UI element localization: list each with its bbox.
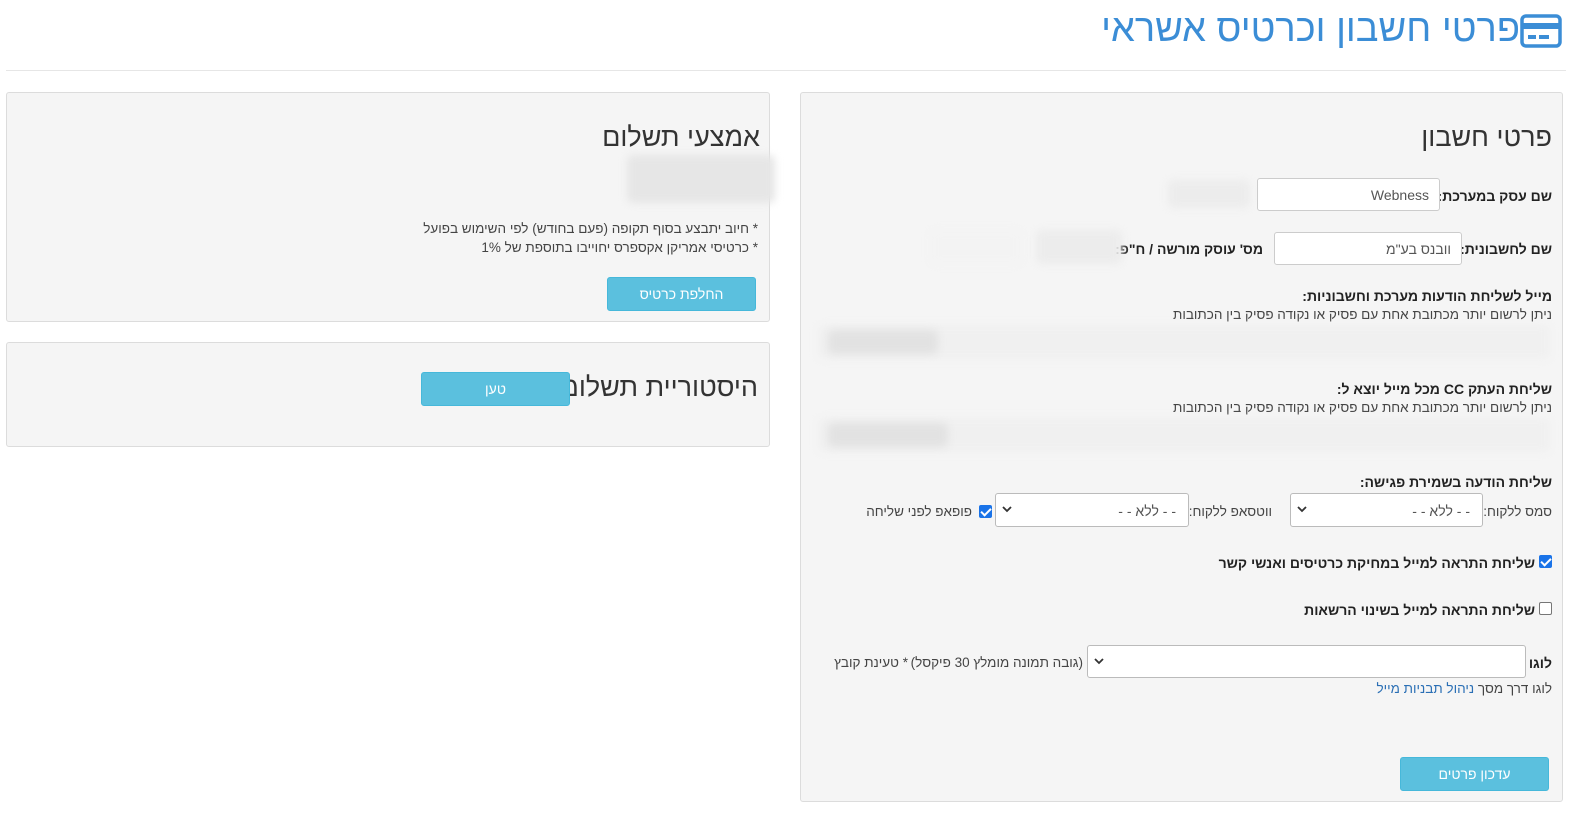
permissions-alert-label: שליחת התראה למייל בשינוי הרשאות (1304, 602, 1535, 618)
business-name-input[interactable] (1257, 178, 1440, 211)
account-details-title: פרטי חשבון (1421, 122, 1552, 152)
header-divider (6, 70, 1566, 71)
system-mail-hint: ניתן לרשום יותר מכתובת אחת עם פסיק או נק… (1173, 307, 1552, 322)
sms-label: סמס ללקוח: (1483, 504, 1552, 519)
popup-checkbox[interactable] (979, 505, 992, 518)
logo-mail-prefix: לוגו דרך מסך (1477, 681, 1552, 696)
cc-mail-hint: ניתן לרשום יותר מכתובת אחת עם פסיק או נק… (1173, 400, 1552, 415)
payment-methods-title: אמצעי תשלום (602, 122, 760, 152)
payment-note-billing: * חיוב יתבצע בסוף תקופה (פעם בחודש) לפי … (423, 221, 758, 236)
meeting-notice-label: שליחת הודעה בשמירת פגישה: (1359, 474, 1552, 490)
blurred-content (828, 423, 948, 447)
blurred-content (930, 230, 1022, 264)
tax-id-label: מס' עוסק מורשה / ח"פ: (1115, 241, 1263, 257)
blurred-content (1168, 180, 1250, 208)
logo-label: לוגו (1528, 655, 1552, 671)
blurred-content (828, 330, 938, 354)
sms-select[interactable]: - - ללא - - (1290, 493, 1483, 527)
whatsapp-label: ווטסאפ ללקוח: (1188, 504, 1272, 519)
chevron-down-icon (1002, 506, 1012, 513)
payment-note-amex: * כרטיסי אמריקן אקספרס יחוייבו בתוספת של… (481, 240, 758, 255)
logo-upload-link[interactable]: * טעינת קובץ (834, 655, 908, 670)
invoice-name-label: שם לחשבונית: (1460, 241, 1552, 257)
whatsapp-select-value: - - ללא - - (1118, 503, 1176, 519)
permissions-alert-checkbox[interactable] (1539, 602, 1552, 615)
load-history-button[interactable]: טען (421, 372, 570, 406)
logo-mail-text: לוגו דרך מסך ניהול תבניות מייל (1376, 681, 1552, 696)
update-details-button[interactable]: עדכון פרטים (1400, 757, 1549, 791)
credit-card-icon (1520, 14, 1562, 48)
chevron-down-icon (1094, 658, 1104, 665)
chevron-down-icon (1297, 506, 1307, 513)
cc-mail-label: שליחת העתק CC מכל מייל יוצא ל: (1336, 381, 1552, 397)
logo-hint: (גובה תמונה מומלץ 30 פיקסל) (910, 655, 1083, 670)
delete-alert-label: שליחת התראה למייל במחיקת כרטיסים ואנשי ק… (1218, 555, 1535, 571)
change-card-button[interactable]: החלפת כרטיס (607, 277, 756, 311)
business-name-label: שם עסק במערכת: (1437, 188, 1552, 204)
whatsapp-select[interactable]: - - ללא - - (995, 493, 1189, 527)
blurred-card-details (627, 155, 775, 203)
mail-templates-link[interactable]: ניהול תבניות מייל (1376, 681, 1474, 696)
popup-label: פופאפ לפני שליחה (866, 504, 972, 519)
system-mail-label: מייל לשליחת הודעות מערכת וחשבוניות: (1302, 288, 1552, 304)
tax-id-input-blurred[interactable] (1036, 230, 1122, 264)
delete-alert-checkbox[interactable] (1539, 555, 1552, 568)
sms-select-value: - - ללא - - (1412, 503, 1470, 519)
logo-select[interactable] (1087, 645, 1526, 678)
invoice-name-input[interactable] (1274, 232, 1462, 265)
page-title: פרטי חשבון וכרטיס אשראי (1101, 8, 1520, 50)
